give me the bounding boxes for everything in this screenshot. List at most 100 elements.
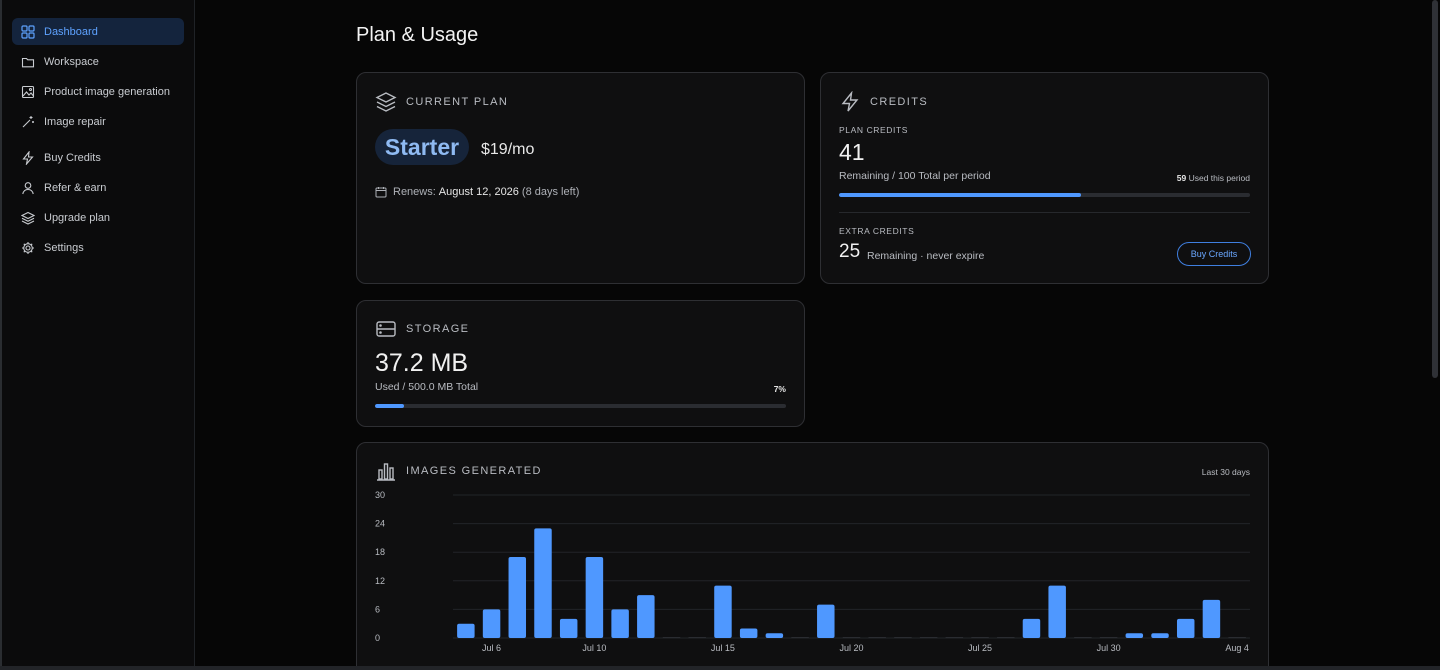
bar <box>688 637 706 638</box>
bar <box>1125 633 1144 638</box>
storage-used: 37.2 MB <box>375 349 469 377</box>
plan-credits-progress <box>839 193 1250 197</box>
bar <box>559 618 578 638</box>
sidebar-item-upgrade-plan[interactable]: Upgrade plan <box>12 204 184 231</box>
current-plan-card: CURRENT PLAN Starter $19/mo Renews: Augu… <box>356 72 805 284</box>
y-tick-label: 12 <box>375 576 385 586</box>
bar <box>868 637 886 638</box>
bar <box>1151 633 1169 638</box>
bar <box>791 637 809 638</box>
bar <box>971 637 989 638</box>
bar <box>997 637 1015 638</box>
storage-card: STORAGE 37.2 MB Used / 500.0 MB Total 7% <box>356 300 805 427</box>
y-tick-label: 24 <box>375 519 385 529</box>
y-tick-label: 6 <box>375 604 380 614</box>
bar <box>919 637 938 638</box>
storage-heading: STORAGE <box>406 323 470 335</box>
sidebar-item-workspace[interactable]: Workspace <box>12 48 184 75</box>
bar <box>765 633 784 638</box>
sidebar-item-product-image-generation[interactable]: Product image generation <box>21 78 184 105</box>
lightning-icon <box>841 91 859 112</box>
images-generated-card: IMAGES GENERATED Last 30 days 0 6 12 18 24 30… <box>356 442 1269 670</box>
sidebar-item-label: Settings <box>44 241 84 254</box>
bar <box>508 556 527 638</box>
x-tick-label: Jul 25 <box>968 643 992 653</box>
extra-credits-label: EXTRA CREDITS <box>839 226 915 236</box>
storage-header: STORAGE <box>375 318 469 340</box>
lightning-icon <box>21 150 35 165</box>
renews-label: Renews: <box>393 186 436 198</box>
bar <box>585 556 604 638</box>
extra-credits-remaining: 25 <box>839 241 861 262</box>
magic-wand-icon <box>21 115 35 129</box>
divider <box>839 212 1250 213</box>
x-tick-label: Jul 15 <box>711 643 735 653</box>
x-tick-label: Jul 30 <box>1097 643 1121 653</box>
buy-credits-button[interactable]: Buy Credits <box>1177 242 1251 266</box>
bar <box>534 528 552 638</box>
credits-heading: CREDITS <box>870 96 929 108</box>
plan-credits-progress-fill <box>839 193 1082 197</box>
sidebar-item-label: Product image generation <box>44 85 170 98</box>
credits-header: CREDITS <box>839 91 928 113</box>
gear-icon <box>21 241 35 255</box>
bar <box>714 585 732 638</box>
x-tick-label: Jul 6 <box>482 643 501 653</box>
x-tick-label: Jul 20 <box>839 643 863 653</box>
sidebar-item-label: Buy Credits <box>44 151 101 164</box>
credits-card: CREDITS PLAN CREDITS 41 Remaining / 100 … <box>820 72 1269 284</box>
x-tick-label: Jul 10 <box>582 643 606 653</box>
user-icon <box>21 181 35 195</box>
storage-progress <box>375 404 786 408</box>
bar <box>1176 618 1195 638</box>
x-tick-label: Aug 4 <box>1225 643 1249 653</box>
current-plan-heading: CURRENT PLAN <box>406 96 509 108</box>
y-tick-label: 0 <box>375 633 380 643</box>
bar <box>1022 618 1041 638</box>
storage-progress-fill <box>375 404 404 408</box>
calendar-icon <box>375 187 387 198</box>
sidebar-item-refer-earn[interactable]: Refer & earn <box>12 174 184 201</box>
grid-icon <box>21 24 35 39</box>
sidebar-item-label: Workspace <box>44 55 99 68</box>
sidebar-item-image-repair[interactable]: Image repair <box>21 108 184 135</box>
extra-credits-subtext: Remaining · never expire <box>867 250 985 262</box>
storage-percent: 7% <box>773 384 786 394</box>
bar <box>482 609 501 638</box>
y-tick-label: 30 <box>375 490 385 500</box>
sidebar-item-label: Dashboard <box>44 25 98 38</box>
bar <box>1099 637 1118 638</box>
plan-credits-label: PLAN CREDITS <box>839 125 909 135</box>
used-label: Used this period <box>1188 173 1250 183</box>
bar <box>457 623 475 638</box>
current-plan-header: CURRENT PLAN <box>375 91 508 113</box>
image-icon <box>21 85 35 99</box>
renews-date: August 12, 2026 <box>438 186 519 198</box>
bar <box>1202 599 1221 638</box>
bottom-edge <box>0 666 1440 670</box>
layers-icon <box>375 92 397 112</box>
plan-credits-subtext: Remaining / 100 Total per period <box>839 170 991 182</box>
sidebar-item-label: Refer & earn <box>44 181 107 194</box>
sidebar-item-settings[interactable]: Settings <box>12 234 184 261</box>
hard-drive-icon <box>376 321 396 337</box>
bar <box>662 637 681 638</box>
plan-credits-used: 59 Used this period <box>1177 173 1250 183</box>
sidebar-item-buy-credits[interactable]: Buy Credits <box>12 144 184 171</box>
layers-icon <box>21 211 35 225</box>
y-tick-label: 18 <box>375 547 385 557</box>
plan-credits-remaining: 41 <box>839 139 865 165</box>
bar <box>1228 637 1246 638</box>
plan-price: $19/mo <box>481 141 535 158</box>
renews-days-left: (8 days left) <box>521 186 580 198</box>
bar <box>842 637 861 638</box>
bar <box>637 595 655 638</box>
folder-icon <box>21 55 35 69</box>
bar <box>945 637 964 638</box>
bar <box>1048 585 1066 638</box>
bar <box>817 604 835 638</box>
page-scrollbar[interactable] <box>1432 0 1438 378</box>
bar <box>1074 637 1092 638</box>
sidebar-item-dashboard[interactable]: Dashboard <box>12 18 184 45</box>
sidebar-item-label: Upgrade plan <box>44 211 111 224</box>
